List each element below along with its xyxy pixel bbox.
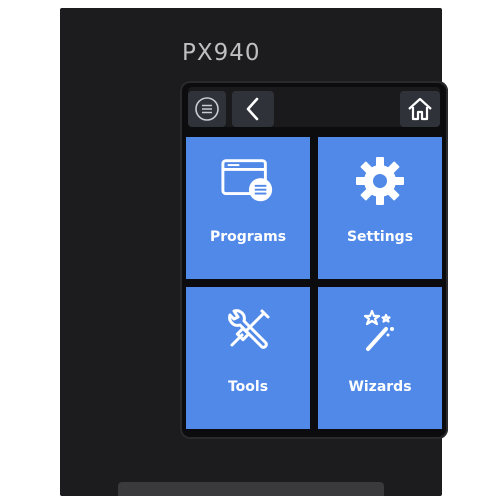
printer-bezel: PX940 Programs Settings Tools Wizards: [60, 8, 448, 496]
wrench-screwdriver-icon: [228, 309, 270, 349]
touch-screen: Programs Settings Tools Wizards: [180, 81, 448, 439]
tools-label: Tools: [227, 379, 269, 395]
programs-window-icon: [221, 159, 273, 202]
menu-button[interactable]: [188, 91, 226, 127]
wizards-tile[interactable]: Wizards: [318, 287, 442, 429]
gear-icon: [356, 157, 404, 205]
home-button[interactable]: [400, 91, 440, 127]
model-label: PX940: [182, 40, 261, 66]
wizards-label: Wizards: [348, 379, 412, 395]
settings-tile[interactable]: Settings: [318, 137, 442, 279]
bezel-bottom-edge: [118, 482, 384, 496]
tools-tile[interactable]: Tools: [186, 287, 310, 429]
home-icon: [408, 97, 432, 121]
menu-circle-icon: [195, 97, 219, 121]
programs-tile[interactable]: Programs: [186, 137, 310, 279]
back-button[interactable]: [232, 91, 274, 127]
chevron-left-icon: [246, 97, 259, 121]
magic-wand-icon: [363, 309, 394, 351]
top-bar: [188, 87, 440, 127]
programs-label: Programs: [209, 229, 287, 245]
settings-label: Settings: [346, 229, 414, 245]
